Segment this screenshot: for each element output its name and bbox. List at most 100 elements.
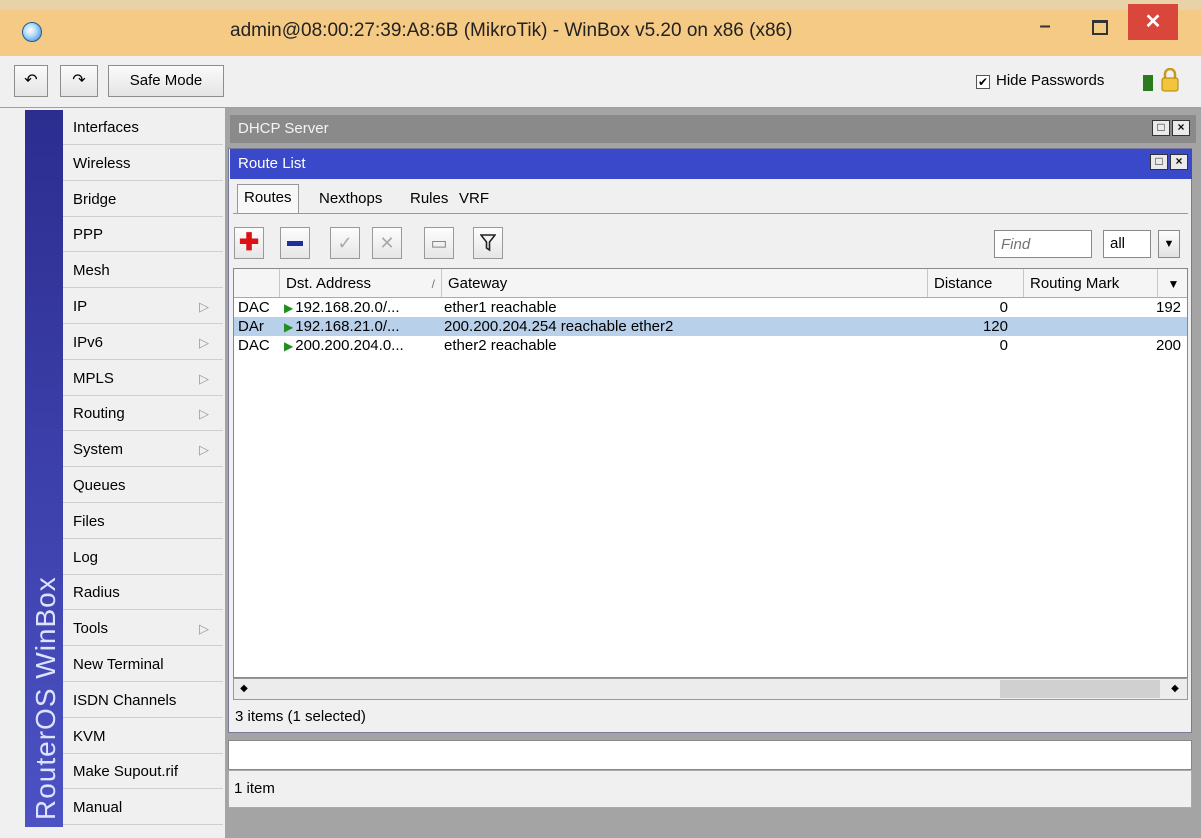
sidebar-item-manual[interactable]: Manual: [63, 790, 223, 826]
sidebar-item-tools[interactable]: Tools ▷: [63, 611, 223, 647]
dst-address-text: 200.200.204.0...: [295, 337, 404, 354]
route-flags-cell: DAr: [238, 318, 264, 335]
maximize-button[interactable]: [1083, 14, 1113, 42]
close-window-icon[interactable]: ×: [1172, 120, 1190, 136]
sidebar-item-label: MPLS: [73, 369, 114, 387]
sidebar-item-new-terminal[interactable]: New Terminal: [63, 647, 223, 682]
sidebar-item-label: ISDN Channels: [73, 691, 177, 709]
sidebar-item-interfaces[interactable]: Interfaces: [63, 110, 223, 145]
find-input[interactable]: [994, 230, 1092, 258]
submenu-arrow-icon: ▷: [199, 442, 209, 458]
disable-route-button[interactable]: ✕: [372, 227, 402, 259]
distance-cell: 0: [999, 337, 1008, 354]
tab-routes[interactable]: Routes: [237, 184, 299, 214]
dst-address-cell: ▶ 192.168.20.0/...: [284, 298, 440, 317]
safe-mode-button[interactable]: Safe Mode: [108, 65, 224, 97]
sidebar-item-label: Make Supout.rif: [73, 763, 179, 781]
sidebar-item-label: Log: [73, 548, 99, 566]
route-list-status: 3 items (1 selected): [235, 708, 366, 725]
scroll-left-icon[interactable]: ◆: [235, 680, 253, 698]
sidebar-item-label: Files: [73, 512, 105, 530]
column-header-flags[interactable]: [234, 269, 280, 297]
sidebar-item-isdn-channels[interactable]: ISDN Channels: [63, 682, 223, 718]
table-row[interactable]: DAC ▶ 192.168.20.0/... ether1 reachable 0 192: [234, 298, 1187, 317]
tab-vrf[interactable]: VRF: [453, 186, 495, 214]
sidebar-item-mpls[interactable]: MPLS ▷: [63, 360, 223, 396]
dhcp-server-window-title: DHCP Server □ ×: [230, 115, 1196, 143]
sidebar-item-ip[interactable]: IP ▷: [63, 289, 223, 324]
scroll-right-icon[interactable]: ◆: [1166, 680, 1184, 698]
dhcp-status-bar: [228, 770, 1192, 808]
sidebar-item-label: Mesh: [73, 262, 110, 280]
tab-divider: [233, 213, 1188, 214]
sidebar-item-label: Bridge: [73, 190, 117, 208]
sidebar-item-queues[interactable]: Queues: [63, 468, 223, 503]
enable-route-button[interactable]: ✓: [330, 227, 360, 259]
sidebar-item-log[interactable]: Log: [63, 539, 223, 575]
brand-label: RouterOS WinBox: [30, 576, 61, 820]
sidebar-item-ppp[interactable]: PPP: [63, 217, 223, 253]
minimize-button[interactable]: –: [1030, 14, 1060, 42]
sidebar-item-radius[interactable]: Radius: [63, 575, 223, 611]
sidebar-item-label: Routing: [73, 405, 125, 423]
table-row[interactable]: DAC ▶ 200.200.204.0... ether2 reachable 0 200: [234, 336, 1187, 355]
submenu-arrow-icon: ▷: [199, 621, 209, 637]
sidebar-item-ipv6[interactable]: IPv6 ▷: [63, 324, 223, 360]
sidebar-item-system[interactable]: System ▷: [63, 432, 223, 468]
extra-column-cell: [1156, 317, 1187, 336]
restore-window-icon[interactable]: □: [1152, 120, 1170, 136]
route-flags-cell: DAC: [238, 299, 270, 316]
sidebar-item-kvm[interactable]: KVM: [63, 718, 223, 754]
winbox-logo-icon: [22, 22, 42, 42]
sidebar-item-bridge[interactable]: Bridge: [63, 181, 223, 217]
dst-address-cell: ▶ 200.200.204.0...: [284, 336, 440, 355]
active-route-icon: ▶: [284, 320, 294, 334]
extra-column-cell: 192: [1156, 299, 1182, 316]
route-list-window-title: Route List □ ×: [230, 149, 1192, 179]
sidebar-item-label: Manual: [73, 799, 123, 817]
sidebar-item-label: KVM: [73, 727, 106, 745]
column-header-distance[interactable]: Distance: [928, 269, 1024, 297]
submenu-arrow-icon: ▷: [199, 299, 209, 314]
column-header-label: Dst. Address: [286, 275, 372, 292]
hide-passwords-checkbox[interactable]: ✔: [976, 75, 990, 89]
column-header-gateway[interactable]: Gateway: [442, 269, 928, 297]
chevron-down-icon[interactable]: ▼: [1158, 230, 1180, 258]
gateway-cell: ether1 reachable: [444, 299, 557, 316]
tab-rules[interactable]: Rules: [404, 186, 454, 214]
distance-cell: 0: [999, 299, 1008, 316]
brand-strip: RouterOS WinBox: [25, 110, 63, 827]
submenu-arrow-icon: ▷: [199, 334, 209, 350]
filter-select[interactable]: all: [1103, 230, 1151, 258]
routing-mark-cell: [1026, 336, 1156, 355]
filter-button[interactable]: [473, 227, 503, 259]
sidebar-item-make-supout-rif[interactable]: Make Supout.rif: [63, 754, 223, 790]
submenu-arrow-icon: ▷: [199, 406, 209, 422]
sidebar-item-files[interactable]: Files: [63, 503, 223, 539]
sidebar-item-wireless[interactable]: Wireless: [63, 145, 223, 181]
tab-nexthops[interactable]: Nexthops: [313, 186, 388, 214]
undo-button[interactable]: ↶: [14, 65, 48, 97]
route-list-title: Route List: [238, 155, 306, 172]
table-row[interactable]: DAr ▶ 192.168.21.0/... 200.200.204.254 reac…: [234, 317, 1187, 336]
column-header-routing-mark[interactable]: Routing Mark: [1024, 269, 1158, 297]
add-route-button[interactable]: ✚: [234, 227, 264, 259]
route-table: Dst. Address / Gateway Distance Routing …: [233, 268, 1188, 678]
main-toolbar: ↶ ↷ Safe Mode ✔ Hide Passwords: [0, 56, 1201, 108]
restore-window-icon[interactable]: □: [1150, 154, 1168, 170]
comment-button[interactable]: ▭: [424, 227, 454, 259]
close-button[interactable]: ✕: [1128, 4, 1178, 40]
sidebar-item-routing[interactable]: Routing ▷: [63, 396, 223, 432]
scrollbar-thumb[interactable]: [1000, 680, 1160, 698]
sidebar-item-mesh[interactable]: Mesh: [63, 253, 223, 289]
redo-button[interactable]: ↷: [60, 65, 98, 97]
sidebar-item-label: PPP: [73, 226, 104, 244]
column-chooser-chevron-down-icon[interactable]: ▼: [1158, 269, 1187, 297]
title-bar: admin@08:00:27:39:A8:6B (MikroTik) - Win…: [0, 4, 1201, 56]
routing-mark-cell: [1026, 298, 1156, 317]
sort-indicator-icon: /: [431, 277, 435, 291]
column-header-dst-address[interactable]: Dst. Address /: [280, 269, 442, 297]
dst-address-text: 192.168.20.0/...: [295, 299, 400, 316]
remove-route-button[interactable]: [280, 227, 310, 259]
close-window-icon[interactable]: ×: [1170, 154, 1188, 170]
